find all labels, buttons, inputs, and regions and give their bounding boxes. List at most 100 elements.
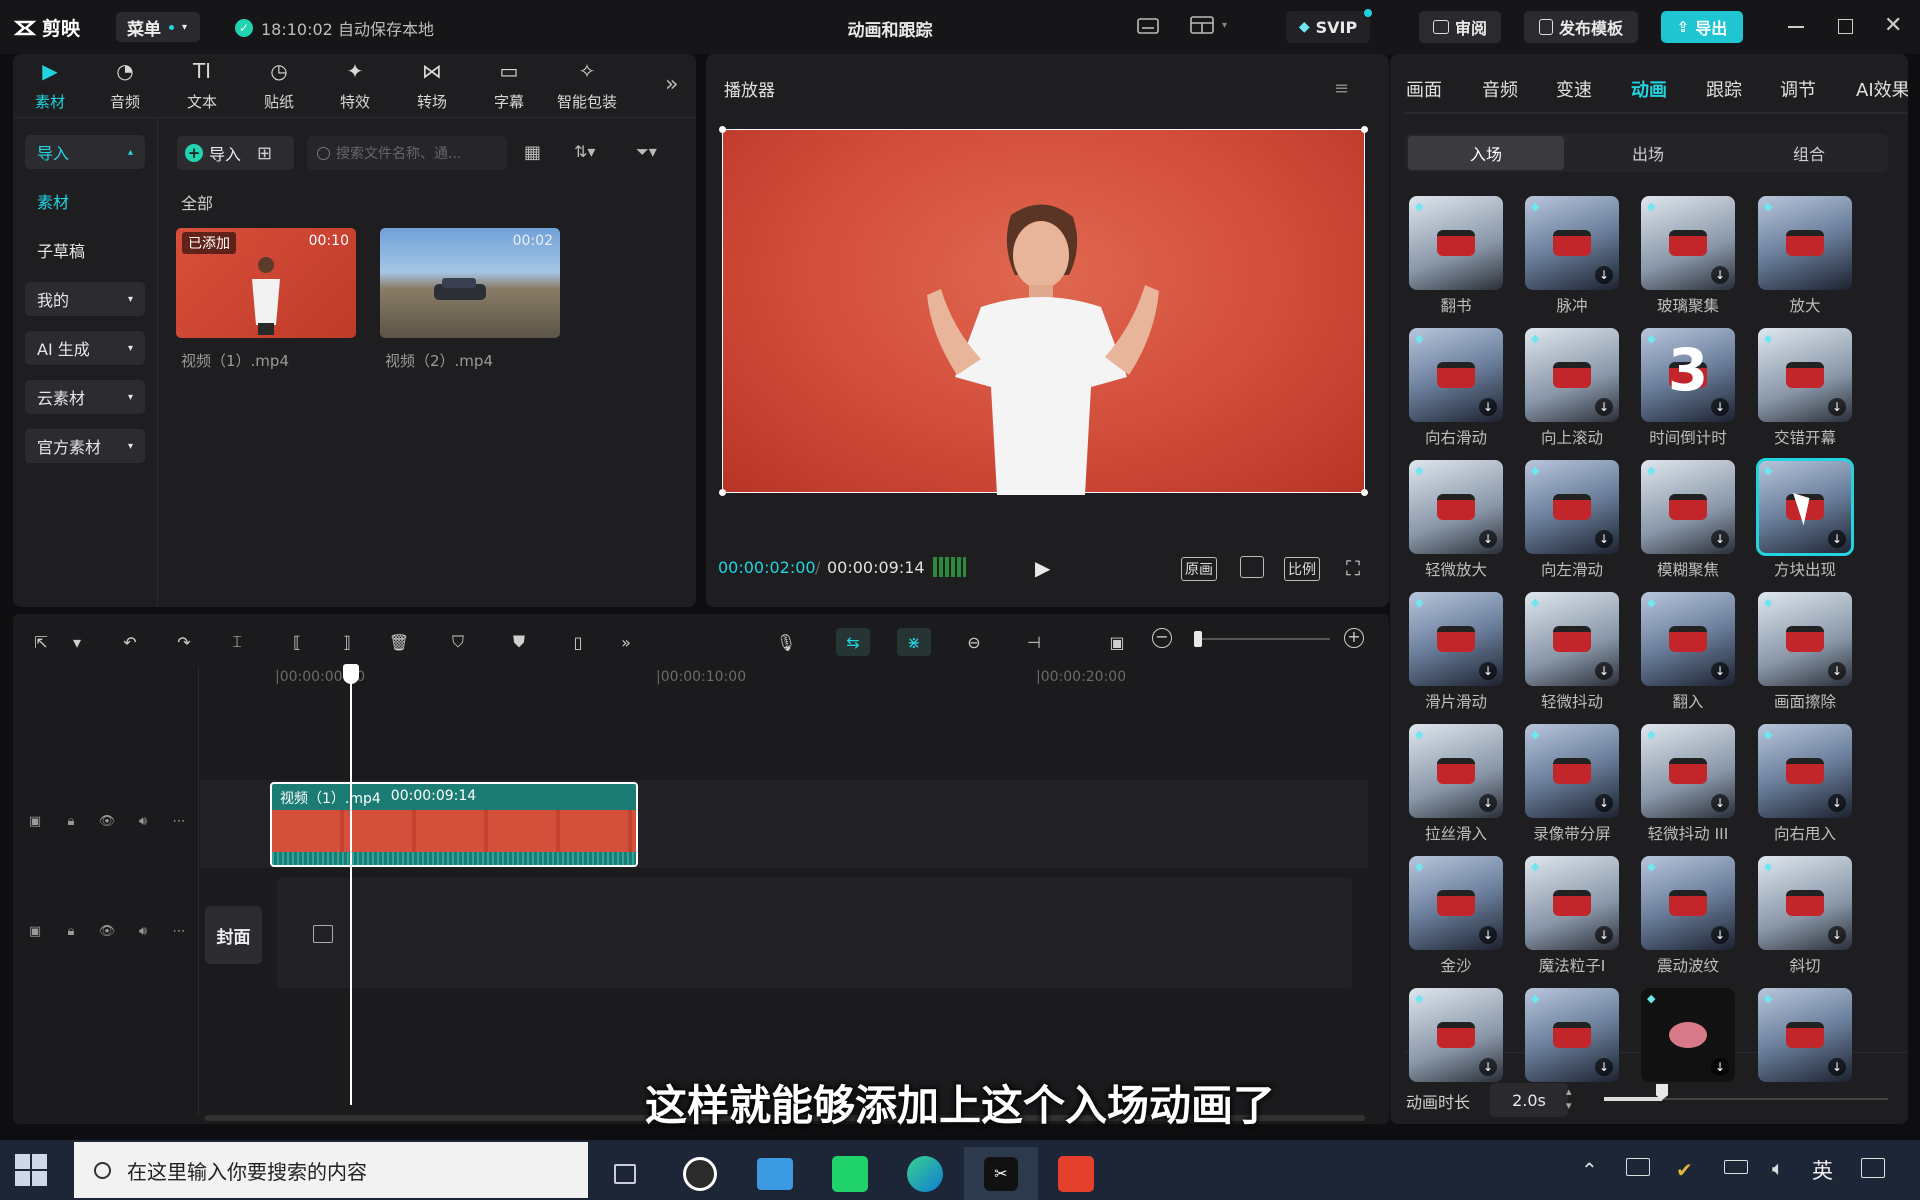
player-menu-icon[interactable]: ≡: [1334, 78, 1349, 99]
sidebar-item[interactable]: AI 生成 ▾: [25, 331, 145, 365]
more-icon[interactable]: »: [612, 628, 640, 656]
animation-tile[interactable]: ◆ ↓: [1758, 724, 1852, 818]
animation-tile[interactable]: ◆ ↓: [1525, 988, 1619, 1082]
track-video-icon[interactable]: ▣: [24, 810, 46, 832]
zoom-in-icon[interactable]: +: [1344, 628, 1364, 648]
select-icon[interactable]: ⇱: [27, 628, 55, 656]
tool-text[interactable]: TI 文本: [167, 60, 237, 112]
animation-tile[interactable]: ◆ ↓: [1525, 460, 1619, 554]
video-preview[interactable]: [719, 126, 1368, 496]
resize-handle[interactable]: [719, 489, 726, 496]
download-icon[interactable]: ↓: [1595, 398, 1613, 416]
animation-tile[interactable]: ◆: [1758, 196, 1852, 290]
split-right-icon[interactable]: ⟧: [333, 628, 361, 656]
animation-tile[interactable]: ◆ ↓: [1525, 592, 1619, 686]
close-icon[interactable]: ✕: [1884, 13, 1902, 38]
duration-stepper[interactable]: ▴ ▾: [1566, 1085, 1572, 1113]
zoom-track[interactable]: [1196, 638, 1330, 640]
input-language[interactable]: 英: [1812, 1155, 1833, 1185]
windows-start-icon[interactable]: [15, 1154, 47, 1186]
shield-icon[interactable]: ⛊: [505, 628, 533, 656]
freeze-icon[interactable]: ▯: [564, 628, 592, 656]
download-icon[interactable]: ↓: [1711, 266, 1729, 284]
fullscreen-icon[interactable]: ⛶: [1346, 556, 1360, 580]
download-icon[interactable]: ↓: [1711, 926, 1729, 944]
download-icon[interactable]: ↓: [1828, 794, 1846, 812]
lock-icon[interactable]: 🔒︎: [60, 920, 82, 942]
animation-tile[interactable]: ◆ ↓: [1525, 856, 1619, 950]
split-icon[interactable]: ⌶: [223, 628, 251, 656]
download-icon[interactable]: ↓: [1595, 1058, 1613, 1076]
tray-check-icon[interactable]: ✔: [1676, 1158, 1693, 1182]
resize-handle[interactable]: [1361, 489, 1368, 496]
restore-icon[interactable]: [1838, 19, 1853, 34]
layout-icon[interactable]: ▾: [1190, 15, 1227, 35]
animation-tile[interactable]: ◆ ↓: [1641, 856, 1735, 950]
download-icon[interactable]: ↓: [1479, 530, 1497, 548]
track-video-icon[interactable]: ▣: [24, 920, 46, 942]
app-icon-2[interactable]: [738, 1147, 812, 1200]
animation-tile[interactable]: ◆ ↓: [1409, 988, 1503, 1082]
original-quality-button[interactable]: 原画: [1181, 557, 1217, 581]
animation-tile[interactable]: ◆ ↓: [1525, 724, 1619, 818]
tab-1[interactable]: 音频: [1482, 76, 1518, 102]
notifications-icon[interactable]: [1861, 1158, 1885, 1178]
download-icon[interactable]: ↓: [1479, 926, 1497, 944]
subtab-2[interactable]: 组合: [1731, 136, 1887, 170]
keyboard-shortcut-icon[interactable]: [1137, 16, 1159, 36]
tray-chevron-up-icon[interactable]: ⌃: [1581, 1158, 1598, 1182]
svip-button[interactable]: ◆ SVIP: [1286, 9, 1372, 43]
animation-tile[interactable]: ◆ ↓: [1758, 328, 1852, 422]
snap-icon[interactable]: ⋇: [897, 628, 931, 656]
zoom-handle[interactable]: [1194, 631, 1202, 647]
tool-media[interactable]: ▶ 素材: [15, 60, 85, 112]
animation-tile[interactable]: ◆ ↓: [1525, 328, 1619, 422]
task-view-icon[interactable]: [588, 1147, 662, 1200]
cover-button[interactable]: 封面: [205, 906, 262, 964]
media-thumbnail[interactable]: 已添加 00:10: [176, 228, 356, 338]
network-icon[interactable]: [1626, 1158, 1650, 1176]
sidebar-item[interactable]: 导入 ▴: [25, 135, 145, 169]
export-button[interactable]: ⇪ 导出: [1661, 11, 1743, 43]
eye-icon[interactable]: 👁︎: [96, 920, 118, 942]
crop-icon[interactable]: [1240, 556, 1264, 578]
animation-tile[interactable]: ◆ ↓: [1758, 856, 1852, 950]
tab-6[interactable]: AI效果: [1856, 76, 1908, 102]
video-clip[interactable]: 视频（1）.mp4 00:00:09:14: [270, 782, 638, 867]
animation-tile[interactable]: ◆ ↓: [1641, 724, 1735, 818]
tab-0[interactable]: 画面: [1406, 76, 1442, 102]
mic-icon[interactable]: 🎙︎: [772, 628, 800, 656]
filter-icon[interactable]: ⏷▾: [636, 142, 657, 162]
view-mode-icon[interactable]: ▦: [524, 142, 541, 163]
link-clip-icon[interactable]: ⇆: [836, 628, 870, 656]
download-icon[interactable]: ↓: [1828, 662, 1846, 680]
animation-tile[interactable]: ◆ ↓: [1409, 856, 1503, 950]
import-button[interactable]: + 导入 ⊞: [177, 136, 294, 170]
animation-tile[interactable]: ◆ ↓: [1758, 592, 1852, 686]
app-icon-1[interactable]: [663, 1147, 737, 1200]
download-icon[interactable]: ↓: [1595, 266, 1613, 284]
lock-icon[interactable]: 🔒︎: [60, 810, 82, 832]
preview-axis-icon[interactable]: ⊣: [1020, 628, 1048, 656]
battery-icon[interactable]: [1724, 1160, 1748, 1174]
eye-icon[interactable]: 👁︎: [96, 810, 118, 832]
app-icon-3[interactable]: [813, 1147, 887, 1200]
download-icon[interactable]: ↓: [1828, 530, 1846, 548]
tab-4[interactable]: 跟踪: [1706, 76, 1742, 102]
tool-effects[interactable]: ✦ 特效: [320, 60, 390, 112]
mark-icon[interactable]: ⛉: [444, 628, 472, 656]
download-icon[interactable]: ↓: [1595, 662, 1613, 680]
more-options-icon[interactable]: ⋯: [168, 920, 190, 942]
volume-icon[interactable]: 🔈︎: [1772, 1156, 1784, 1180]
download-icon[interactable]: ↓: [1595, 926, 1613, 944]
download-icon[interactable]: ↓: [1595, 530, 1613, 548]
subtab-0[interactable]: 入场: [1408, 136, 1564, 170]
chevron-down-icon[interactable]: ▾: [63, 628, 91, 656]
download-icon[interactable]: ↓: [1711, 1058, 1729, 1076]
minimize-icon[interactable]: [1788, 26, 1804, 28]
capcut-taskbar-icon[interactable]: ✂: [964, 1147, 1038, 1200]
download-icon[interactable]: ↓: [1479, 1058, 1497, 1076]
link-icon[interactable]: ⊖: [960, 628, 988, 656]
animation-tile[interactable]: ◆ ↓: [1409, 460, 1503, 554]
split-left-icon[interactable]: ⟦: [283, 628, 311, 656]
